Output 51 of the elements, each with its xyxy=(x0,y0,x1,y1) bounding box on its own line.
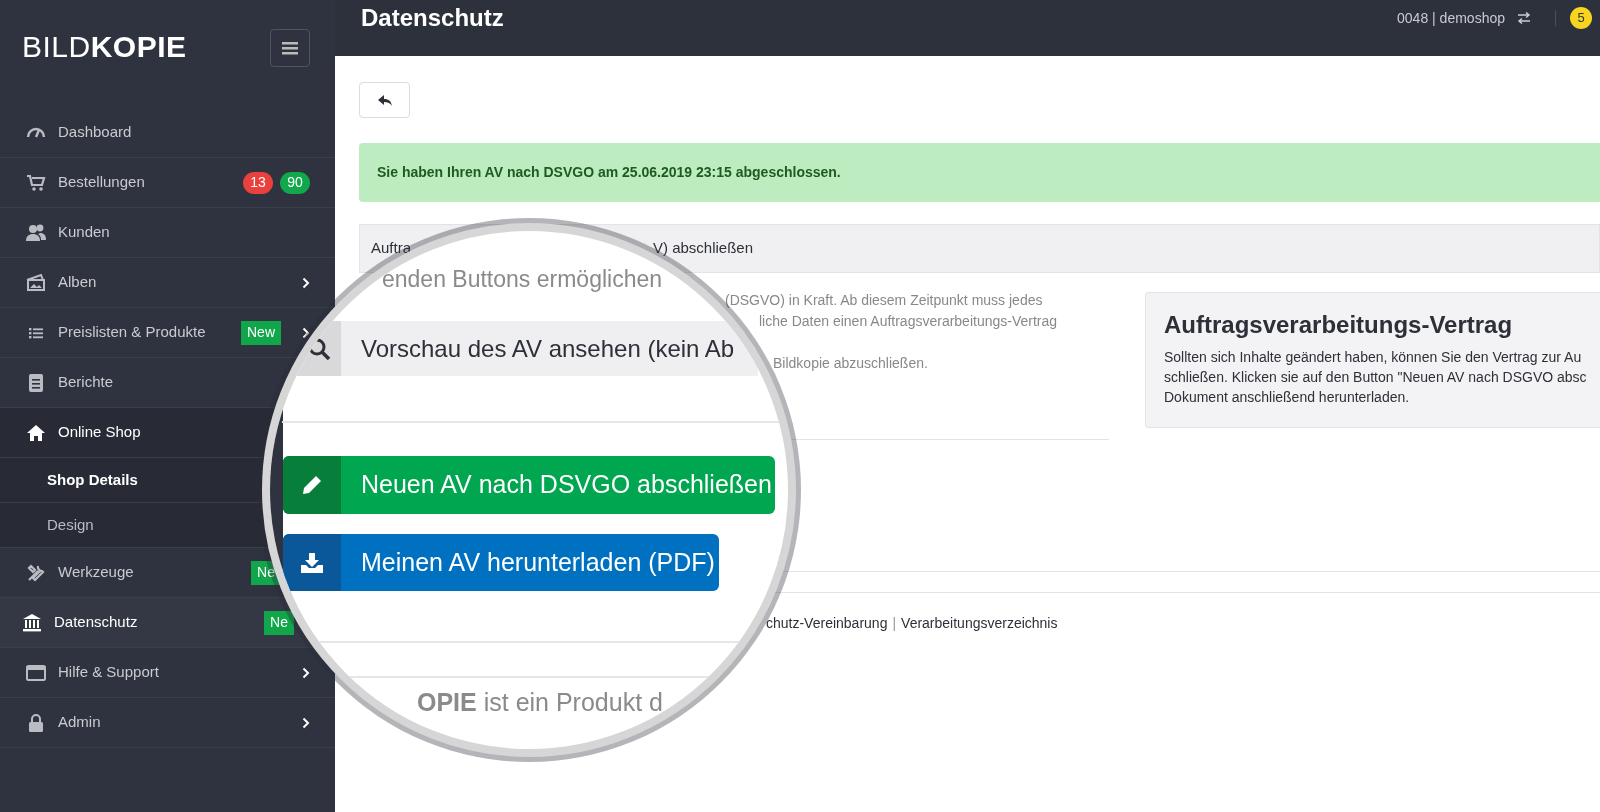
swap-icon[interactable] xyxy=(1517,12,1531,24)
footer-text: OPIE ist ein Produkt d xyxy=(417,687,663,717)
paragraph-text: (DSGVO) in Kraft. Ab diesem Zeitpunkt muss jedes xyxy=(725,292,1043,308)
info-title: Auftragsverarbeitungs-Vertrag xyxy=(1164,310,1514,340)
menu-button[interactable] xyxy=(270,29,310,67)
document-icon xyxy=(26,372,46,393)
lock-icon xyxy=(26,712,46,733)
paragraph-text: Bildkopie abzuschließen. xyxy=(773,355,928,371)
cart-icon xyxy=(26,172,46,193)
heading-text: V) abschließen xyxy=(653,238,754,259)
alert-text: Sie haben Ihren AV nach DSVGO am 25.06.2019 23:15 abgeschlossen. xyxy=(377,163,841,182)
preview-button[interactable]: Vorschau des AV ansehen (kein Ab xyxy=(296,321,758,376)
menu-icon xyxy=(282,41,298,55)
paragraph-text: liche Daten einen Auftragsverarbeitungs-Vertrag xyxy=(759,313,1058,329)
window-icon xyxy=(26,662,46,683)
sidebar-item[interactable]: Berichte xyxy=(0,362,114,403)
bank-icon xyxy=(22,612,42,633)
count-badge: 13 xyxy=(243,171,273,194)
notification-badge[interactable]: 5 xyxy=(1570,7,1592,29)
sidebar-item[interactable]: Bestellungen xyxy=(0,162,145,203)
back-button[interactable] xyxy=(359,82,410,118)
account-label[interactable]: 0048 | demoshop xyxy=(1397,7,1505,29)
sidebar-subitem[interactable]: Design xyxy=(47,513,94,537)
sidebar-item[interactable]: Alben xyxy=(0,262,97,303)
tools-icon xyxy=(26,562,46,583)
logo: BILDKOPIE xyxy=(22,29,187,65)
heading-text: Auftra xyxy=(371,238,413,259)
info-text: Sollten sich Inhalte geändert haben, können Sie den Vertrag zur Au schließen. Klicken sie auf den Button "Neuen AV nach DSGVO absc Dokument anschließend herunterladen. xyxy=(1164,348,1588,407)
download-icon xyxy=(300,551,324,574)
separator-text: | xyxy=(892,614,897,632)
page-title: Datenschutz xyxy=(361,3,505,33)
footer-link[interactable]: Verarbeitungsverzeichnis xyxy=(901,614,1058,632)
users-icon xyxy=(26,222,46,243)
sidebar-item[interactable]: Kunden xyxy=(0,212,110,253)
new-badge: New xyxy=(241,320,281,345)
sidebar-item[interactable]: Datenschutz xyxy=(0,602,138,643)
sidebar-item[interactable]: Hilfe & Support xyxy=(0,652,159,693)
home-icon xyxy=(26,422,46,443)
reply-arrow-icon xyxy=(377,94,392,106)
sidebar-item[interactable]: Preislisten & Produkte xyxy=(0,312,206,353)
new-badge: Ne xyxy=(264,610,294,635)
download-button[interactable]: Meinen AV herunterladen (PDF) xyxy=(283,534,719,591)
intro-text: enden Buttons ermöglichen xyxy=(382,265,663,294)
footer-link[interactable]: chutz-Vereinbarung xyxy=(766,614,888,632)
pencil-icon xyxy=(301,474,323,496)
sidebar-item[interactable]: Admin xyxy=(0,702,101,743)
photo-icon xyxy=(26,272,46,293)
sidebar-subitem[interactable]: Shop Details xyxy=(47,468,138,492)
count-badge: 90 xyxy=(280,171,310,194)
sidebar-item[interactable]: Dashboard xyxy=(0,112,132,153)
sidebar-item[interactable]: Werkzeuge xyxy=(0,552,134,593)
